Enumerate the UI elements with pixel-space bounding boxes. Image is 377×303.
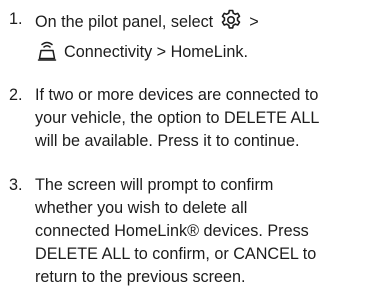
- step-3-line: return to the previous screen.: [35, 268, 246, 286]
- step-number: 2.: [9, 86, 23, 104]
- step-number: 3.: [9, 176, 23, 194]
- step-text: If two or more devices are connected to …: [35, 84, 375, 153]
- step-number: 1.: [9, 10, 23, 28]
- step-text: On the pilot panel, select > Connectivit…: [35, 8, 375, 68]
- step-1-line-2-text: Connectivity > HomeLink.: [64, 43, 248, 61]
- step-2-line: will be available. Press it to continue.: [35, 132, 300, 150]
- step-3-line: The screen will prompt to confirm: [35, 176, 274, 194]
- step-1-line-2: Connectivity > HomeLink.: [35, 39, 375, 68]
- step-3-line: connected HomeLink® devices. Press: [35, 222, 309, 240]
- step-1-prefix: On the pilot panel, select: [35, 13, 214, 31]
- step-text: The screen will prompt to confirm whethe…: [35, 174, 375, 289]
- step-2-line: your vehicle, the option to DELETE ALL: [35, 109, 320, 127]
- connectivity-icon: [37, 39, 57, 68]
- step-1-suffix: >: [249, 13, 259, 31]
- step-3-line: DELETE ALL to confirm, or CANCEL to: [35, 245, 317, 263]
- step-3-line: whether you wish to delete all: [35, 199, 248, 217]
- step-2-line: If two or more devices are connected to: [35, 86, 319, 104]
- gear-icon: [219, 8, 243, 39]
- step-1-line-1: On the pilot panel, select >: [35, 8, 375, 39]
